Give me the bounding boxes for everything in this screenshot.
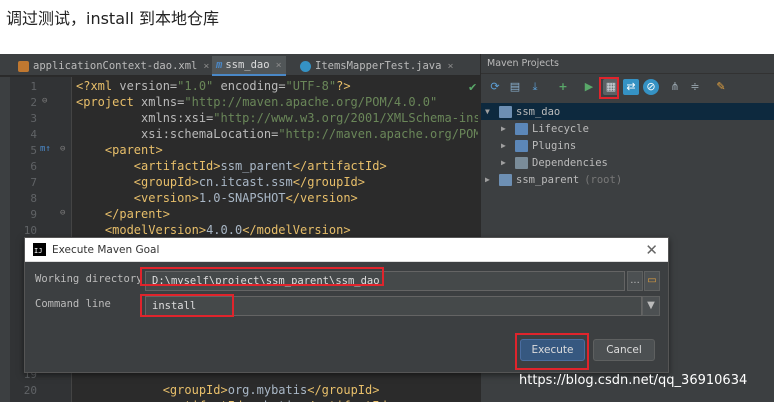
dependencies-diagram-icon[interactable]: ⋔ bbox=[667, 79, 683, 95]
plugins-folder-icon bbox=[515, 139, 528, 152]
dialog-title-bar: IJ Execute Maven Goal ✕ bbox=[25, 238, 668, 262]
toggle-offline-icon[interactable]: ⇄ bbox=[623, 79, 639, 95]
maven-toolbar: ⟳ ▤ ⤓ + ▶ ▦ ⇄ ⊘ ⋔ ≑ ✎ bbox=[481, 76, 774, 100]
check-icon: ✔ bbox=[468, 81, 478, 94]
line-number: 10 bbox=[23, 224, 37, 237]
execute-goal-icon[interactable]: ▦ bbox=[603, 79, 619, 95]
tab-label: ssm_dao bbox=[225, 59, 270, 71]
fold-end-icon[interactable]: ⊖ bbox=[60, 208, 65, 218]
tree-node-label: Plugins bbox=[532, 139, 577, 152]
collapsed-arrow-icon[interactable]: ▶ bbox=[485, 175, 495, 184]
collapse-all-icon[interactable]: ≑ bbox=[687, 79, 703, 95]
xml-file-icon bbox=[18, 60, 29, 72]
line-number: 8 bbox=[30, 192, 37, 205]
line-number: 20 bbox=[23, 384, 37, 397]
collapsed-arrow-icon[interactable]: ▶ bbox=[501, 158, 511, 167]
dialog-title: Execute Maven Goal bbox=[52, 243, 160, 256]
tree-node-ssm-dao[interactable]: ▼ ssm_dao bbox=[481, 103, 774, 120]
folder-icon[interactable]: ▭ bbox=[644, 271, 660, 291]
tree-node-label: ssm_parent bbox=[516, 173, 580, 186]
tree-node-dependencies[interactable]: ▶ Dependencies bbox=[501, 154, 608, 171]
tab-label: applicationContext-dao.xml bbox=[33, 60, 198, 72]
refresh-icon[interactable]: ⟳ bbox=[487, 79, 503, 95]
tab-application-context[interactable]: applicationContext-dao.xml × bbox=[14, 56, 213, 76]
left-tool-strip bbox=[0, 77, 10, 402]
skip-tests-icon[interactable]: ⊘ bbox=[643, 79, 659, 95]
line-number: 6 bbox=[30, 160, 37, 173]
maven-parent-icon[interactable]: m↑ bbox=[40, 144, 51, 154]
maven-pom-icon: m bbox=[216, 59, 223, 71]
line-number: 2 bbox=[30, 96, 37, 109]
close-icon[interactable]: × bbox=[276, 60, 282, 71]
tree-node-lifecycle[interactable]: ▶ Lifecycle bbox=[501, 120, 589, 137]
line-number: 9 bbox=[30, 208, 37, 221]
line-number: 3 bbox=[30, 112, 37, 125]
java-class-icon bbox=[300, 60, 311, 72]
command-line-label: Command line bbox=[35, 298, 111, 310]
collapsed-arrow-icon[interactable]: ▶ bbox=[501, 141, 511, 150]
cancel-button[interactable]: Cancel bbox=[593, 339, 655, 361]
dropdown-arrow-icon[interactable]: ▼ bbox=[642, 296, 660, 316]
close-icon[interactable]: × bbox=[203, 61, 209, 72]
tree-node-plugins[interactable]: ▶ Plugins bbox=[501, 137, 576, 154]
caption-text: 调过测试，install 到本地仓库 bbox=[6, 9, 219, 28]
command-line-input[interactable]: install bbox=[145, 296, 642, 316]
watermark-text: https://blog.csdn.net/qq_36910634 bbox=[519, 373, 748, 388]
execute-maven-goal-dialog: IJ Execute Maven Goal ✕ Working director… bbox=[24, 237, 669, 373]
tab-items-mapper-test[interactable]: ItemsMapperTest.java × bbox=[296, 56, 457, 76]
download-icon[interactable]: ⤓ bbox=[527, 79, 543, 95]
working-directory-field[interactable]: D:\myself\project\ssm_parent\ssm_dao bbox=[145, 271, 625, 291]
line-number: 7 bbox=[30, 176, 37, 189]
browse-button[interactable]: ... bbox=[627, 271, 643, 291]
tree-node-label: Lifecycle bbox=[532, 122, 589, 135]
collapsed-arrow-icon[interactable]: ▶ bbox=[501, 124, 511, 133]
root-suffix: (root) bbox=[584, 173, 623, 186]
working-directory-label: Working directory bbox=[35, 273, 143, 285]
maven-module-icon bbox=[499, 173, 512, 186]
line-number: 4 bbox=[30, 128, 37, 141]
lifecycle-folder-icon bbox=[515, 122, 528, 135]
close-icon[interactable]: ✕ bbox=[645, 241, 658, 259]
tree-node-ssm-parent[interactable]: ▶ ssm_parent (root) bbox=[481, 171, 622, 188]
reimport-icon[interactable]: ▤ bbox=[507, 79, 523, 95]
intellij-logo-icon: IJ bbox=[33, 243, 46, 256]
maven-panel-title: Maven Projects bbox=[481, 54, 774, 74]
fold-icon[interactable]: ⊖ bbox=[42, 96, 47, 106]
editor-tab-bar: applicationContext-dao.xml × m ssm_dao ×… bbox=[0, 54, 480, 76]
tab-ssm-dao[interactable]: m ssm_dao × bbox=[212, 56, 286, 76]
tree-node-label: Dependencies bbox=[532, 156, 608, 169]
fold-icon[interactable]: ⊖ bbox=[60, 144, 65, 154]
close-icon[interactable]: × bbox=[447, 61, 453, 72]
add-icon[interactable]: + bbox=[555, 79, 571, 95]
run-icon[interactable]: ▶ bbox=[581, 79, 597, 95]
dependencies-folder-icon bbox=[515, 156, 528, 169]
line-number: 5 bbox=[30, 144, 37, 157]
ide-window: applicationContext-dao.xml × m ssm_dao ×… bbox=[0, 54, 774, 402]
tree-node-label: ssm_dao bbox=[516, 105, 561, 118]
line-number: 1 bbox=[30, 80, 37, 93]
expanded-arrow-icon[interactable]: ▼ bbox=[485, 107, 495, 116]
execute-button[interactable]: Execute bbox=[520, 339, 585, 361]
maven-module-icon bbox=[499, 105, 512, 118]
tab-label: ItemsMapperTest.java bbox=[315, 60, 442, 72]
settings-icon[interactable]: ✎ bbox=[713, 79, 729, 95]
